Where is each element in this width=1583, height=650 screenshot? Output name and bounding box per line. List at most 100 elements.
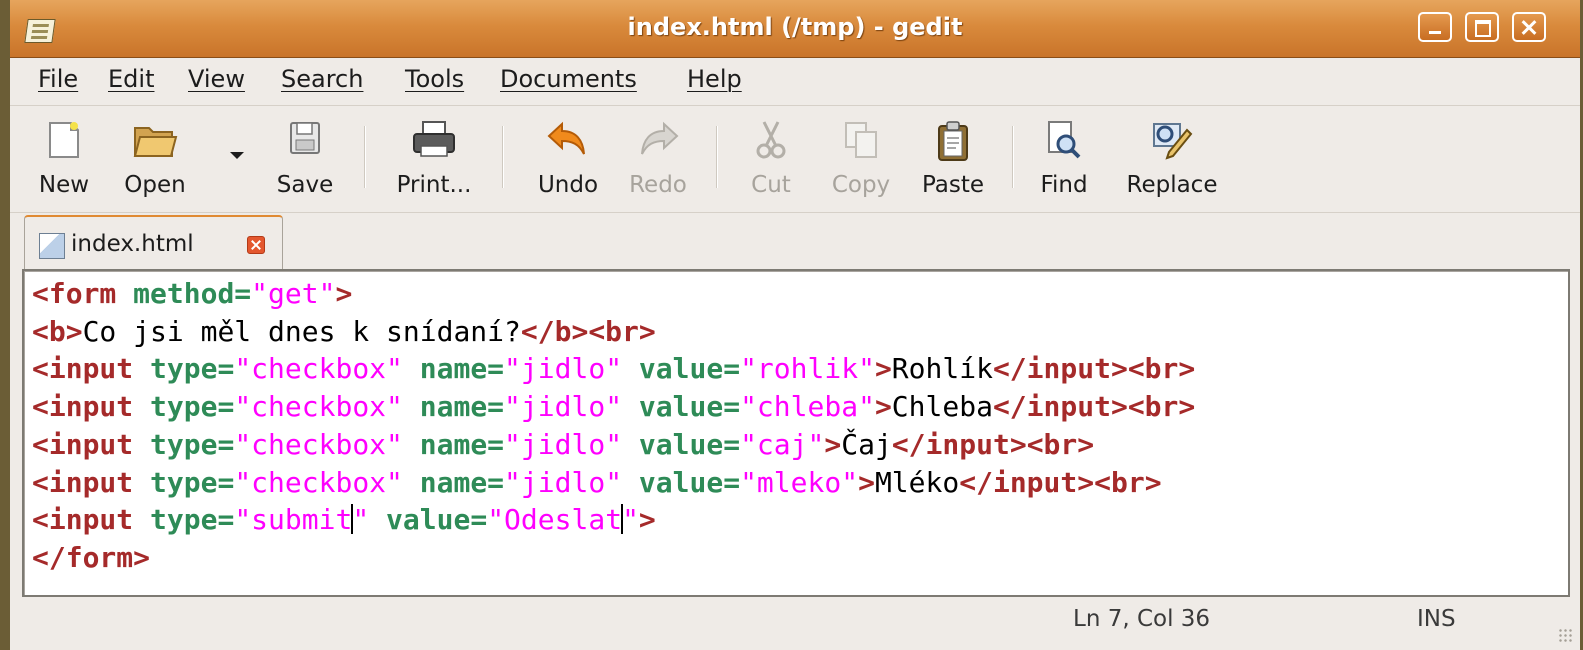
paste-button[interactable]: Paste — [910, 112, 996, 204]
attribute-token: value= — [638, 427, 741, 461]
attribute-token: type= — [150, 465, 235, 499]
tab-label: index.html — [71, 231, 194, 257]
code-line: <form method="get"> — [32, 275, 1195, 313]
string-token: "checkbox" — [234, 390, 403, 424]
copy-button[interactable]: Copy — [816, 112, 906, 204]
find-magnifier-icon — [1048, 121, 1081, 159]
tag-token: > — [874, 352, 892, 386]
attribute-token: value= — [638, 390, 741, 424]
attribute-token: type= — [150, 427, 235, 461]
minimize-button[interactable] — [1418, 12, 1452, 42]
string-token: "chleba" — [740, 390, 875, 424]
text-token: Co jsi měl dnes k snídaní? — [82, 314, 521, 348]
status-bar: Ln 7, Col 36 INS — [10, 598, 1580, 650]
copy-documents-icon — [845, 122, 877, 158]
menu-help[interactable]: Help — [687, 65, 742, 93]
resize-grip[interactable] — [1558, 628, 1574, 644]
toolbar: New Open Save Print... Undo Redo Cut Cop… — [10, 106, 1580, 210]
code-line: <b>Co jsi měl dnes k snídaní?</b><br> — [32, 313, 1195, 351]
tag-token: > — [571, 314, 589, 348]
string-token: "jidlo" — [504, 427, 623, 461]
folder-open-icon — [133, 127, 178, 157]
undo-button[interactable]: Undo — [518, 112, 618, 204]
save-label: Save — [276, 172, 334, 198]
save-button[interactable]: Save — [264, 112, 346, 204]
insert-mode-indicator: INS — [1417, 606, 1456, 632]
code-line: <input type="checkbox" name="jidlo" valu… — [32, 388, 1195, 426]
title-bar[interactable]: index.html (/tmp) - gedit — [10, 0, 1580, 58]
cut-button[interactable]: Cut — [736, 112, 806, 204]
toolbar-separator — [502, 126, 504, 188]
tab-index-html[interactable]: index.html — [24, 215, 283, 271]
tag-token: <br — [1026, 427, 1078, 461]
menu-bar: File Edit View Search Tools Documents He… — [10, 57, 1580, 106]
close-tab-icon[interactable] — [247, 236, 265, 254]
string-token: "jidlo" — [504, 465, 623, 499]
menu-edit[interactable]: Edit — [108, 65, 154, 93]
code-editor[interactable]: <form method="get"> <b>Co jsi měl dnes k … — [22, 269, 1570, 597]
string-token: "checkbox" — [234, 427, 403, 461]
open-recent-dropdown-arrow[interactable] — [230, 152, 244, 159]
code-line: <input type="checkbox" name="jidlo" valu… — [32, 426, 1195, 464]
tag-token: </input — [992, 390, 1111, 424]
tag-token: > — [1009, 427, 1027, 461]
print-button[interactable]: Print... — [384, 112, 484, 204]
attribute-token: type= — [150, 503, 235, 537]
string-token: "jidlo" — [504, 352, 623, 386]
maximize-button[interactable] — [1465, 12, 1499, 42]
menu-view[interactable]: View — [188, 65, 245, 93]
tag-token: > — [133, 540, 151, 574]
attribute-token: name= — [419, 427, 505, 461]
tag-token: > — [1144, 465, 1162, 499]
attribute-token: name= — [419, 465, 505, 499]
attribute-token: type= — [150, 390, 235, 424]
string-token: "mleko" — [740, 465, 859, 499]
redo-button[interactable]: Redo — [618, 112, 698, 204]
tag-token: > — [1077, 465, 1095, 499]
new-button[interactable]: New — [28, 112, 100, 204]
tag-token: <br — [1094, 465, 1145, 499]
tag-token: > — [638, 503, 656, 537]
code-line: <input type="checkbox" name="jidlo" valu… — [32, 464, 1195, 502]
redo-label: Redo — [629, 172, 687, 198]
open-button[interactable]: Open — [110, 112, 200, 204]
cursor-position: Ln 7, Col 36 — [1073, 606, 1211, 632]
menu-file[interactable]: File — [38, 65, 78, 93]
copy-label: Copy — [831, 172, 891, 198]
undo-arrow-icon — [547, 121, 585, 155]
print-label: Print... — [396, 172, 472, 198]
code-text[interactable]: <form method="get"> <b>Co jsi měl dnes k … — [32, 275, 1195, 577]
tag-token: > — [824, 427, 842, 461]
find-button[interactable]: Find — [1030, 112, 1098, 204]
replace-button[interactable]: Replace — [1110, 112, 1234, 204]
tag-token: <input — [32, 427, 134, 461]
string-token: "rohlik" — [740, 352, 875, 386]
tag-token: </form — [32, 540, 134, 574]
menu-documents[interactable]: Documents — [500, 65, 637, 93]
text-token: Čaj — [841, 427, 892, 461]
text-token: Chleba — [891, 390, 993, 424]
attribute-token: name= — [419, 352, 505, 386]
close-button[interactable] — [1512, 12, 1546, 42]
menu-search[interactable]: Search — [281, 65, 363, 93]
document-tab-strip: index.html — [10, 212, 1580, 271]
gedit-window: index.html (/tmp) - gedit File Edit View… — [0, 0, 1583, 650]
string-token: " — [352, 503, 370, 537]
tag-token: <input — [32, 465, 134, 499]
menu-tools[interactable]: Tools — [405, 65, 464, 93]
attribute-token: method= — [133, 277, 252, 310]
window-title: index.html (/tmp) - gedit — [627, 13, 963, 41]
find-label: Find — [1040, 172, 1088, 198]
string-token: "jidlo" — [504, 390, 623, 424]
attribute-token: value= — [638, 465, 741, 499]
